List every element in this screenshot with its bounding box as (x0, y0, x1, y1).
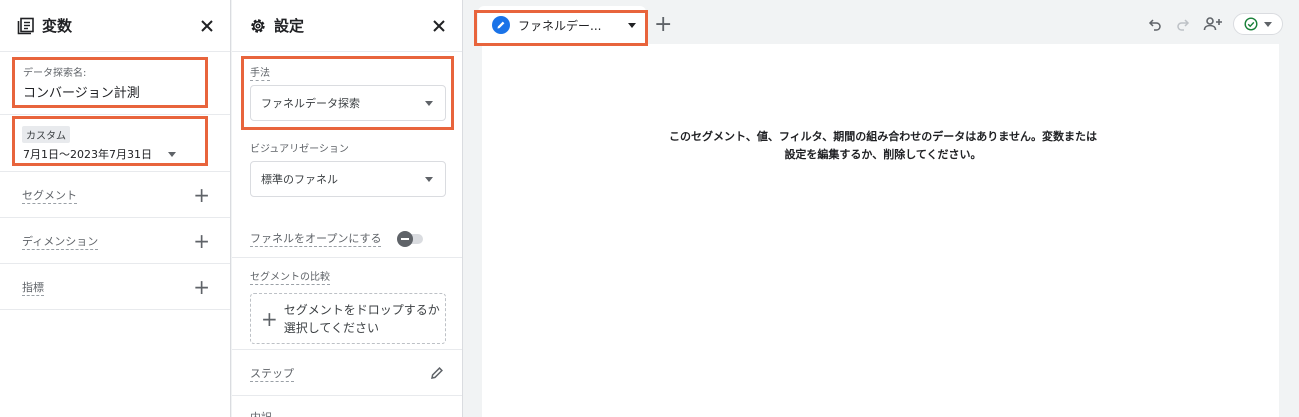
open-funnel-row: ファネルをオープンにする (232, 218, 462, 258)
settings-title: 設定 (274, 17, 305, 35)
metrics-label: 指標 (22, 280, 44, 296)
undo-icon[interactable] (1147, 16, 1163, 32)
canvas-body: このセグメント、値、フィルタ、期間の組み合わせのデータはありません。変数または設… (482, 44, 1279, 417)
breakdown-label: 内訳 (250, 411, 272, 417)
variables-panel-header: 変数 (0, 0, 230, 52)
gear-icon (248, 16, 268, 36)
technique-select[interactable]: ファネルデータ探索 (250, 85, 446, 121)
dropdown-arrow-icon (425, 176, 433, 182)
edit-steps-pencil-icon[interactable] (430, 366, 444, 380)
close-icon (433, 19, 445, 32)
segments-label: セグメント (22, 188, 77, 204)
exploration-canvas: ファネルデー... + このセグメント、値、フィルタ、期間の組み合わせのデータは… (464, 0, 1299, 417)
breakdown-row: 内訳 (232, 396, 462, 417)
date-range-value: 7月1日～2023年7月31日 (23, 148, 152, 161)
dropdown-arrow-icon (425, 100, 433, 106)
share-user-add-icon[interactable] (1203, 16, 1223, 32)
open-funnel-label: ファネルをオープンにする (250, 231, 382, 247)
variables-panel: 変数 データ探索名: コンバージョン計測 カスタム 7月1日～2023年7月31… (0, 0, 231, 417)
close-variables-button[interactable] (196, 15, 218, 37)
status-check-button[interactable] (1233, 13, 1283, 35)
technique-section: 手法 ファネルデータ探索 (232, 52, 462, 130)
tab-bar: ファネルデー... + (464, 0, 1299, 44)
exploration-name-field[interactable]: データ探索名: コンバージョン計測 (0, 52, 230, 115)
redo-icon[interactable] (1175, 16, 1191, 32)
segment-drop-zone-text: セグメントをドロップするか選択してください (283, 302, 440, 335)
visualization-section: ビジュアリゼーション 標準のファネル (232, 130, 462, 218)
settings-panel: 設定 手法 ファネルデータ探索 ビジュアリゼーション 標準のファネル ファネルを… (232, 0, 463, 417)
check-circle-icon (1244, 17, 1258, 31)
segment-comparison-label: セグメントの比較 (250, 272, 330, 285)
plus-icon: + (261, 306, 278, 331)
segment-drop-zone[interactable]: + セグメントをドロップするか選択してください (250, 293, 446, 344)
date-range-selector[interactable]: カスタム 7月1日～2023年7月31日 (0, 115, 230, 172)
date-range-chip: カスタム (22, 126, 70, 143)
steps-row: ステップ (232, 350, 462, 396)
dropdown-arrow-icon (1264, 21, 1272, 27)
exploration-name-value: コンバージョン計測 (23, 86, 140, 101)
segment-comparison-section: セグメントの比較 + セグメントをドロップするか選択してください (232, 258, 462, 350)
tab-funnel-exploration[interactable]: ファネルデー... (478, 6, 646, 44)
empty-data-message: このセグメント、値、フィルタ、期間の組み合わせのデータはありません。変数または設… (669, 130, 1097, 161)
add-segment-plus-icon[interactable]: + (193, 185, 210, 205)
visualization-label: ビジュアリゼーション (250, 144, 349, 155)
technique-label: 手法 (250, 68, 270, 81)
technique-value: ファネルデータ探索 (261, 97, 360, 110)
close-settings-button[interactable] (428, 15, 450, 37)
add-dimension-plus-icon[interactable]: + (193, 231, 210, 251)
dropdown-arrow-icon (628, 22, 636, 28)
dropdown-arrow-icon (168, 151, 176, 157)
steps-label: ステップ (250, 366, 294, 382)
segments-row: セグメント + (0, 172, 230, 218)
visualization-value: 標準のファネル (261, 173, 338, 186)
metrics-row: 指標 + (0, 264, 230, 310)
visualization-select[interactable]: 標準のファネル (250, 161, 446, 197)
dimensions-label: ディメンション (22, 234, 99, 250)
tab-label: ファネルデー... (518, 18, 602, 33)
open-funnel-toggle[interactable] (397, 230, 424, 247)
exploration-name-label: データ探索名: (23, 68, 87, 79)
variables-icon (16, 16, 36, 36)
add-tab-plus-icon[interactable]: + (654, 12, 672, 37)
variables-title: 変数 (42, 17, 73, 35)
close-icon (201, 19, 213, 32)
dimensions-row: ディメンション + (0, 218, 230, 264)
add-metric-plus-icon[interactable]: + (193, 277, 210, 297)
settings-panel-header: 設定 (232, 0, 462, 52)
toolbar (1135, 13, 1283, 35)
edit-pencil-icon (492, 16, 510, 34)
